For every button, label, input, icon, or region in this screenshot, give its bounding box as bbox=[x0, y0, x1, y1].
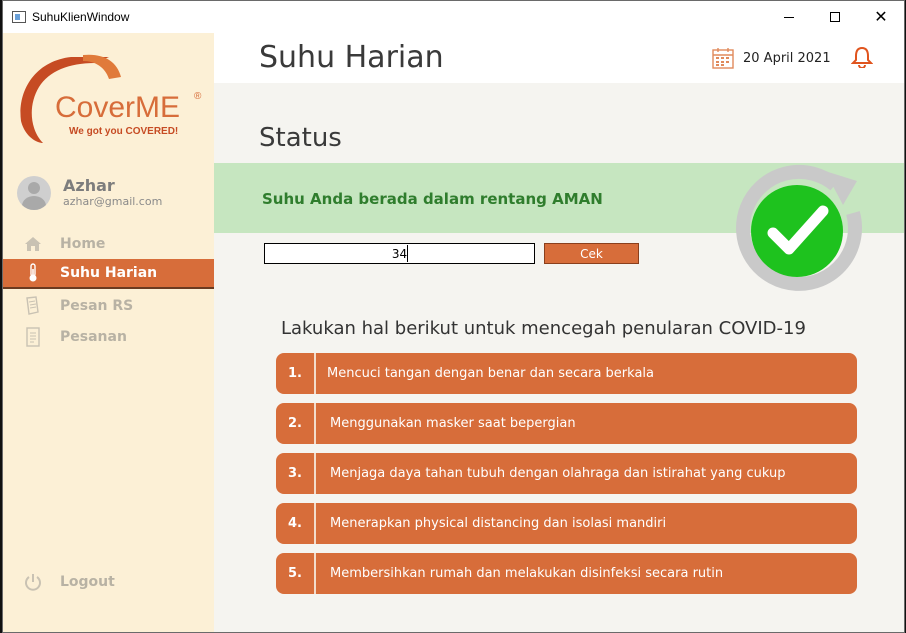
logout-label: Logout bbox=[60, 574, 115, 590]
list-document-icon bbox=[23, 327, 43, 347]
tip-text: Mencuci tangan dengan benar dan secara b… bbox=[327, 366, 654, 381]
app-window-icon bbox=[12, 11, 26, 23]
page-header: Suhu Harian 20 April 2021 bbox=[214, 33, 904, 83]
logo-tagline: We got you COVERED! bbox=[69, 126, 178, 137]
power-icon bbox=[23, 572, 43, 592]
check-status-icon bbox=[736, 164, 862, 291]
app-window: SuhuKlienWindow ✕ CoverME ® We got you C… bbox=[2, 0, 905, 633]
sidebar-item-pesanan[interactable]: Pesanan bbox=[3, 322, 214, 352]
prevention-tips-title: Lakukan hal berikut untuk mencegah penul… bbox=[281, 318, 806, 339]
title-bar: SuhuKlienWindow ✕ bbox=[3, 1, 904, 33]
maximize-icon bbox=[830, 12, 840, 22]
avatar bbox=[17, 176, 51, 210]
sidebar-item-pesan-rs[interactable]: Pesan RS bbox=[3, 291, 214, 321]
sidebar-item-label: Pesanan bbox=[60, 329, 127, 345]
tip-item-5: 5. Membersihkan rumah dan melakukan disi… bbox=[276, 553, 857, 594]
minimize-button[interactable] bbox=[766, 1, 812, 33]
user-profile: Azhar azhar@gmail.com bbox=[17, 176, 162, 210]
minimize-icon bbox=[784, 16, 794, 18]
document-pen-icon bbox=[23, 296, 43, 316]
tip-number: 3. bbox=[276, 453, 316, 494]
status-message: Suhu Anda berada dalam rentang AMAN bbox=[262, 190, 603, 208]
close-icon: ✕ bbox=[874, 7, 888, 26]
logo-registered-mark: ® bbox=[194, 91, 202, 102]
tip-text: Menjaga daya tahan tubuh dengan olahraga… bbox=[330, 466, 786, 481]
page-title: Suhu Harian bbox=[259, 40, 444, 75]
date-display: 20 April 2021 bbox=[712, 47, 831, 69]
user-name: Azhar bbox=[63, 176, 115, 195]
temperature-input[interactable] bbox=[264, 243, 535, 264]
sidebar-item-home[interactable]: Home bbox=[3, 229, 214, 259]
sidebar-item-suhu-harian[interactable]: Suhu Harian bbox=[3, 259, 214, 289]
calendar-icon bbox=[712, 48, 734, 69]
home-icon bbox=[23, 234, 43, 254]
sidebar-item-label: Suhu Harian bbox=[60, 265, 158, 281]
thermometer-icon bbox=[23, 263, 43, 283]
tip-number: 5. bbox=[276, 553, 316, 594]
cek-button[interactable]: Cek bbox=[544, 243, 639, 264]
tip-item-4: 4. Menerapkan physical distancing dan is… bbox=[276, 503, 857, 544]
tip-number: 2. bbox=[276, 403, 316, 444]
current-date: 20 April 2021 bbox=[743, 50, 831, 66]
sidebar-item-label: Pesan RS bbox=[60, 298, 134, 314]
logo-brand-text: CoverME bbox=[55, 91, 180, 124]
maximize-button[interactable] bbox=[812, 1, 858, 33]
tip-text: Menggunakan masker saat bepergian bbox=[330, 416, 576, 431]
tip-text: Membersihkan rumah dan melakukan disinfe… bbox=[330, 566, 724, 581]
tip-item-3: 3. Menjaga daya tahan tubuh dengan olahr… bbox=[276, 453, 857, 494]
bell-icon[interactable] bbox=[851, 46, 873, 68]
close-button[interactable]: ✕ bbox=[858, 1, 904, 33]
window-title: SuhuKlienWindow bbox=[32, 10, 130, 24]
status-section-title: Status bbox=[259, 123, 342, 153]
logout-button[interactable]: Logout bbox=[3, 567, 214, 597]
user-email: azhar@gmail.com bbox=[63, 195, 163, 208]
tip-text: Menerapkan physical distancing dan isola… bbox=[330, 516, 667, 531]
sidebar-item-label: Home bbox=[60, 236, 106, 252]
tip-item-1: 1. Mencuci tangan dengan benar dan secar… bbox=[276, 353, 857, 394]
tip-number: 1. bbox=[276, 353, 316, 394]
coverme-logo: CoverME ® We got you COVERED! bbox=[20, 54, 202, 143]
sidebar: CoverME ® We got you COVERED! Azhar azha… bbox=[3, 33, 214, 632]
text-caret bbox=[407, 245, 408, 262]
tip-number: 4. bbox=[276, 503, 316, 544]
tip-item-2: 2. Menggunakan masker saat bepergian bbox=[276, 403, 857, 444]
